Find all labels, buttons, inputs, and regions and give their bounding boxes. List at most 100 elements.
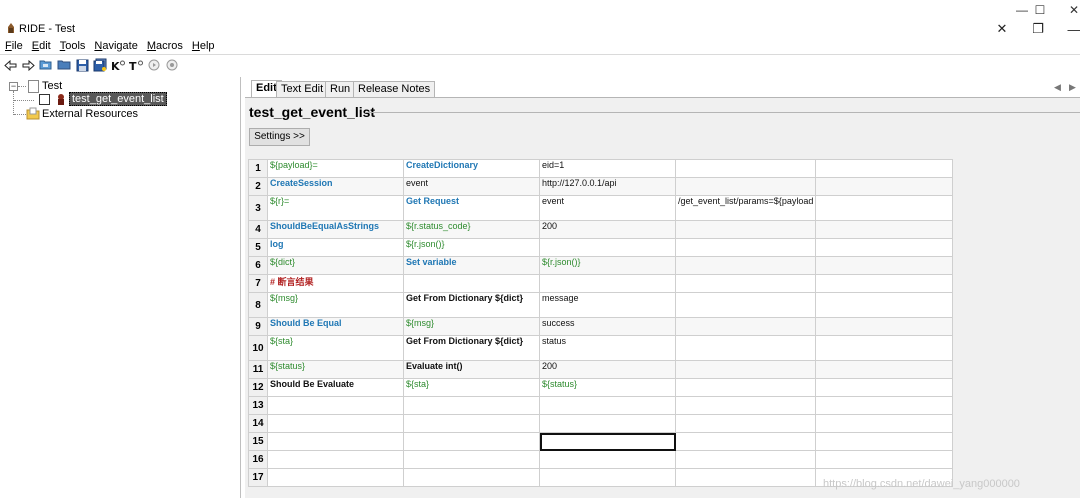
grid-cell[interactable]: Should Be Evaluate bbox=[267, 378, 404, 397]
grid-cell[interactable] bbox=[267, 468, 404, 487]
save-all-button[interactable] bbox=[92, 57, 108, 73]
grid-cell[interactable]: ${msg} bbox=[267, 292, 404, 318]
grid-cell[interactable]: Set variable bbox=[403, 256, 540, 275]
settings-toggle-button[interactable]: Settings >> bbox=[249, 128, 310, 146]
tab-scroll-right-icon[interactable]: ▶ bbox=[1069, 82, 1076, 93]
inner-minimize-button[interactable]: — bbox=[1057, 20, 1080, 38]
grid-cell[interactable] bbox=[403, 396, 540, 415]
grid-cell[interactable] bbox=[674, 335, 817, 361]
grid-cell[interactable] bbox=[674, 274, 817, 293]
row-number[interactable]: 8 bbox=[248, 292, 268, 318]
grid-cell[interactable]: ${r.status_code} bbox=[403, 220, 540, 239]
grid-cell[interactable] bbox=[674, 450, 817, 469]
grid-cell[interactable] bbox=[674, 396, 817, 415]
inner-close-button[interactable]: ✕ bbox=[985, 20, 1019, 38]
grid-cell[interactable]: ${status} bbox=[539, 378, 676, 397]
grid-cell[interactable]: ${status} bbox=[267, 360, 404, 379]
grid-cell[interactable]: /get_event_list/params=${payload bbox=[674, 195, 817, 221]
grid-cell[interactable]: success bbox=[539, 317, 676, 336]
grid-cell[interactable]: Get Request bbox=[403, 195, 540, 221]
grid-cell[interactable] bbox=[674, 159, 817, 178]
grid-cell[interactable] bbox=[674, 360, 817, 379]
grid-cell[interactable] bbox=[267, 450, 404, 469]
grid-cell[interactable] bbox=[403, 468, 540, 487]
menu-item-edit[interactable]: Edit bbox=[27, 38, 55, 54]
grid-cell[interactable] bbox=[267, 396, 404, 415]
grid-cell[interactable]: event bbox=[539, 195, 676, 221]
forward-button[interactable] bbox=[20, 57, 36, 73]
row-number[interactable]: 5 bbox=[248, 238, 268, 257]
back-button[interactable] bbox=[2, 57, 18, 73]
search-tests-button[interactable]: T bbox=[128, 57, 144, 73]
grid-cell[interactable] bbox=[674, 468, 817, 487]
close-button[interactable]: ✕ bbox=[1057, 0, 1080, 20]
menu-item-help[interactable]: Help bbox=[187, 38, 219, 54]
tree-node-test-case[interactable]: test_get_event_list bbox=[69, 92, 167, 106]
tab-text-edit[interactable]: Text Edit bbox=[276, 81, 329, 97]
row-number[interactable]: 1 bbox=[248, 159, 268, 178]
grid-cell[interactable] bbox=[403, 274, 540, 293]
grid-cell[interactable] bbox=[539, 450, 676, 469]
grid-cell[interactable] bbox=[674, 220, 817, 239]
search-keywords-button[interactable]: K bbox=[110, 57, 126, 73]
tree-collapse-toggle[interactable]: − bbox=[9, 82, 18, 91]
grid-cell[interactable]: eid=1 bbox=[539, 159, 676, 178]
grid-cell[interactable] bbox=[267, 414, 404, 433]
grid-cell[interactable]: ${payload}= bbox=[267, 159, 404, 178]
grid-cell[interactable] bbox=[674, 378, 817, 397]
row-number[interactable]: 14 bbox=[248, 414, 268, 433]
grid-cell[interactable] bbox=[815, 378, 954, 397]
row-number[interactable]: 2 bbox=[248, 177, 268, 196]
row-number[interactable]: 11 bbox=[248, 360, 268, 379]
grid-cell[interactable]: status bbox=[539, 335, 676, 361]
grid-cell[interactable] bbox=[815, 238, 954, 257]
row-number[interactable]: 16 bbox=[248, 450, 268, 469]
grid-cell[interactable] bbox=[815, 195, 954, 221]
tree-node-external-resources[interactable]: External Resources bbox=[42, 108, 138, 120]
grid-cell[interactable]: Should Be Equal bbox=[267, 317, 404, 336]
tab-run[interactable]: Run bbox=[325, 81, 356, 97]
grid-cell[interactable] bbox=[815, 432, 954, 451]
grid-cell[interactable] bbox=[815, 256, 954, 275]
grid-cell[interactable]: # 断言结果 bbox=[267, 274, 404, 293]
tree-node-suite[interactable]: Test bbox=[42, 80, 62, 92]
grid-cell[interactable]: Get From Dictionary ${dict} bbox=[403, 292, 540, 318]
grid-cell[interactable] bbox=[674, 317, 817, 336]
grid-cell[interactable] bbox=[539, 238, 676, 257]
test-case-checkbox[interactable] bbox=[39, 94, 50, 105]
row-number[interactable]: 4 bbox=[248, 220, 268, 239]
grid-cell[interactable] bbox=[674, 177, 817, 196]
grid-cell[interactable] bbox=[815, 317, 954, 336]
row-number[interactable]: 12 bbox=[248, 378, 268, 397]
row-number[interactable]: 17 bbox=[248, 468, 268, 487]
grid-cell[interactable] bbox=[674, 292, 817, 318]
grid-cell[interactable] bbox=[815, 396, 954, 415]
grid-cell[interactable]: ${dict} bbox=[267, 256, 404, 275]
grid-cell[interactable] bbox=[815, 335, 954, 361]
menu-item-tools[interactable]: Tools bbox=[55, 38, 90, 54]
tab-scroll-left-icon[interactable]: ◀ bbox=[1054, 82, 1061, 93]
row-number[interactable]: 15 bbox=[248, 432, 268, 451]
row-number[interactable]: 10 bbox=[248, 335, 268, 361]
grid-cell[interactable] bbox=[815, 414, 954, 433]
grid-cell[interactable] bbox=[403, 450, 540, 469]
row-number[interactable]: 7 bbox=[248, 274, 268, 293]
row-number[interactable]: 6 bbox=[248, 256, 268, 275]
grid-cell[interactable] bbox=[815, 360, 954, 379]
grid-cell[interactable]: ${msg} bbox=[403, 317, 540, 336]
grid-cell[interactable]: ${sta} bbox=[267, 335, 404, 361]
grid-cell[interactable] bbox=[539, 468, 676, 487]
menu-item-file[interactable]: File bbox=[0, 38, 27, 54]
grid-cell[interactable]: CreateDictionary bbox=[403, 159, 540, 178]
grid-cell[interactable] bbox=[539, 396, 676, 415]
grid-cell[interactable] bbox=[815, 177, 954, 196]
grid-cell[interactable]: Get From Dictionary ${dict} bbox=[403, 335, 540, 361]
grid-cell[interactable]: ${r.json()} bbox=[403, 238, 540, 257]
save-button[interactable] bbox=[74, 57, 90, 73]
tab-release-notes[interactable]: Release Notes bbox=[353, 81, 436, 97]
grid-cell[interactable]: 200 bbox=[539, 220, 676, 239]
menu-item-macros[interactable]: Macros bbox=[142, 38, 187, 54]
grid-cell[interactable] bbox=[539, 432, 676, 451]
maximize-button[interactable]: ☐ bbox=[1023, 0, 1057, 20]
grid-cell[interactable] bbox=[815, 274, 954, 293]
